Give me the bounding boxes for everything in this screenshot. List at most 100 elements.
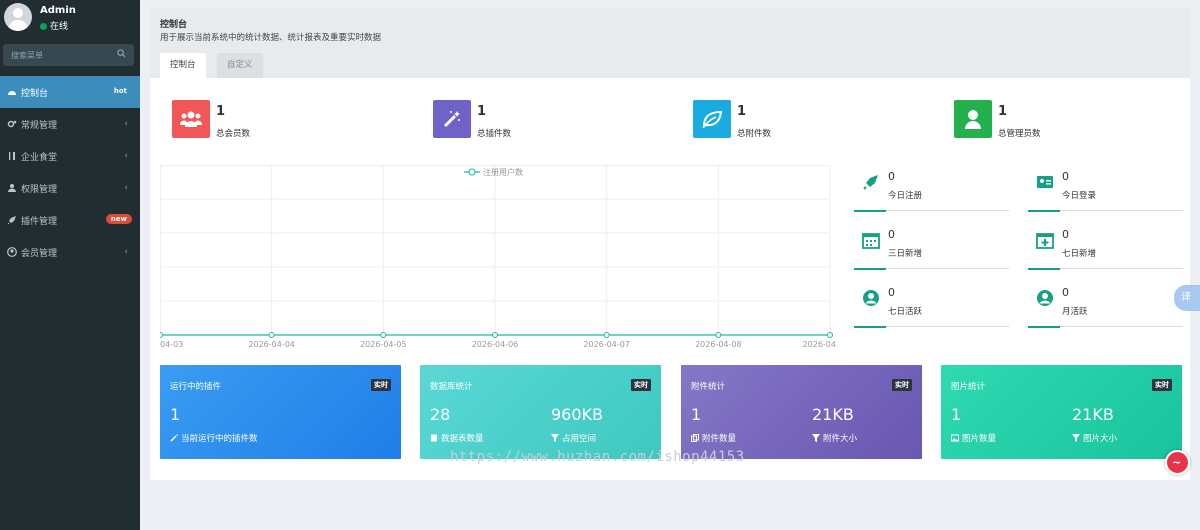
sidebar-item-members[interactable]: 会员管理 ‹: [0, 236, 140, 268]
leaf-icon: [693, 100, 731, 138]
card-value: 1: [691, 405, 702, 424]
mini-stat-label: 今日登录: [1062, 191, 1097, 201]
stat-admins: 1 总管理员数: [954, 100, 1154, 140]
sidebar-item-label: 常规管理: [21, 120, 58, 131]
user-circle-icon: [7, 247, 17, 257]
user-circle-icon: [1037, 290, 1053, 306]
divider: [854, 326, 1009, 328]
card-label-text: 图片大小: [1083, 434, 1118, 444]
user-name: Admin: [40, 5, 76, 16]
card-label: 图片数量: [951, 432, 996, 444]
stat-value: 1: [998, 104, 1008, 119]
watermark: https://www.huzhan.com/ishop44153: [450, 449, 745, 465]
chevron-left-icon: ‹: [124, 247, 128, 257]
mini-stat-seven-day-active: 0 七日活跃: [854, 280, 1009, 336]
legend-label: 注册用户数: [483, 167, 523, 177]
filter-icon: [812, 434, 820, 442]
dashboard-icon: [7, 87, 17, 97]
data-point: [380, 332, 387, 338]
data-point: [715, 332, 722, 338]
x-tick-label: 04-03: [160, 340, 183, 349]
sidebar-item-label: 插件管理: [21, 216, 58, 227]
data-point: [827, 332, 833, 338]
divider: [854, 268, 1009, 270]
stat-label: 总管理员数: [998, 129, 1041, 139]
stat-members: 1 总会员数: [172, 100, 372, 140]
data-point: [492, 332, 498, 338]
card-label-text: 附件大小: [823, 434, 858, 444]
dashboard-panel: 1 总会员数 1 总插件数 1 总附件数 1 总管理员数 04-03 2026-0…: [150, 78, 1190, 480]
card-label-text: 附件数量: [702, 434, 737, 444]
rocket-icon: [863, 175, 878, 190]
card-title: 附件统计: [691, 382, 726, 392]
user-icon: [954, 100, 992, 138]
page-description: 用于展示当前系统中的统计数据、统计报表及重要实时数据: [160, 33, 382, 43]
legend-marker: [468, 168, 476, 176]
mini-stat-today-login: 0 今日登录: [1028, 164, 1183, 220]
search-input[interactable]: [3, 44, 103, 66]
search-icon[interactable]: [117, 49, 126, 58]
mini-stat-label: 七日活跃: [888, 307, 923, 317]
mini-stat-value: 0: [888, 170, 895, 183]
mini-stat-value: 0: [1062, 170, 1069, 183]
mini-stat-seven-day-new: 0 七日新增: [1028, 222, 1183, 278]
x-tick-label: 2026-04-06: [472, 340, 519, 349]
online-dot-icon: [40, 23, 47, 30]
stat-plugins: 1 总插件数: [433, 100, 633, 140]
mini-stat-value: 0: [888, 228, 895, 241]
divider: [854, 210, 1009, 212]
files-icon: [691, 434, 699, 442]
card-images: 图片统计 实时 1 21KB 图片数量 图片大小: [941, 365, 1182, 459]
image-icon: [951, 434, 959, 442]
translate-button[interactable]: 译: [1174, 285, 1200, 311]
mini-stat-three-day-new: 0 三日新增: [854, 222, 1009, 278]
sidebar-item-plugins[interactable]: 插件管理 new: [0, 204, 140, 236]
hot-badge: hot: [108, 86, 132, 96]
divider: [1028, 326, 1183, 328]
calendar-plus-icon: [1036, 233, 1054, 249]
card-title: 运行中的插件: [170, 382, 222, 392]
card-attachments: 附件统计 实时 1 21KB 附件数量 附件大小: [681, 365, 922, 459]
sidebar-item-label: 控制台: [21, 88, 49, 99]
floating-action-button[interactable]: ~: [1165, 450, 1190, 475]
card-value: 28: [430, 405, 451, 424]
card-value: 1: [170, 405, 181, 424]
sidebar-item-dashboard[interactable]: 控制台 hot: [0, 76, 140, 108]
stat-label: 总附件数: [737, 129, 772, 139]
mini-stat-label: 三日新增: [888, 249, 923, 259]
avatar[interactable]: [4, 3, 32, 31]
registration-line-chart: 04-03 2026-04-04 2026-04-05 2026-04-06 2026-…: [160, 165, 836, 349]
page-header: 控制台 用于展示当前系统中的统计数据、统计报表及重要实时数据 控制台 自定义: [150, 8, 1190, 78]
x-tick-label: 2026-04-07: [583, 340, 630, 349]
filter-icon: [551, 434, 559, 442]
tab-custom[interactable]: 自定义: [217, 53, 263, 78]
x-tick-label: 2026-04-04: [248, 340, 295, 349]
divider: [1028, 210, 1183, 212]
realtime-badge: 实时: [892, 379, 912, 391]
card-running-plugins: 运行中的插件 实时 1 当前运行中的插件数: [160, 365, 401, 459]
card-value-secondary: 21KB: [812, 405, 854, 424]
card-label-secondary: 图片大小: [1072, 432, 1117, 444]
mini-stat-monthly-active: 0 月活跃: [1028, 280, 1183, 336]
stat-value: 1: [737, 104, 747, 119]
stat-value: 1: [216, 104, 226, 119]
stat-value: 1: [477, 104, 487, 119]
card-label: 附件数量: [691, 432, 736, 444]
sidebar-item-general[interactable]: 常规管理 ‹: [0, 108, 140, 140]
card-label-secondary: 附件大小: [812, 432, 857, 444]
sidebar-item-canteen[interactable]: 企业食堂 ‹: [0, 140, 140, 172]
card-label-secondary: 占用空间: [551, 432, 596, 444]
card-value: 1: [951, 405, 962, 424]
realtime-badge: 实时: [631, 379, 651, 391]
chat-icon: ~: [1172, 456, 1182, 469]
chevron-left-icon: ‹: [124, 119, 128, 129]
tab-dashboard[interactable]: 控制台: [160, 53, 206, 78]
x-tick-label: 2026-04-05: [360, 340, 407, 349]
mini-stat-today-register: 0 今日注册: [854, 164, 1009, 220]
card-label: 数据表数量: [430, 432, 484, 444]
sidebar-item-permissions[interactable]: 权限管理 ‹: [0, 172, 140, 204]
data-point: [603, 332, 610, 338]
stat-label: 总插件数: [477, 129, 512, 139]
stat-label: 总会员数: [216, 129, 251, 139]
stat-attachments: 1 总附件数: [693, 100, 893, 140]
